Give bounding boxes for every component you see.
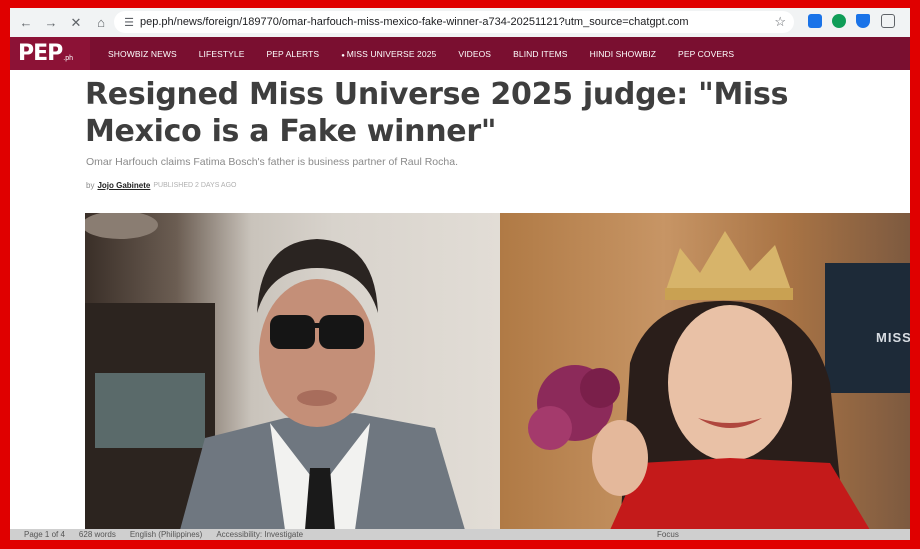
forward-icon[interactable]: →	[39, 11, 63, 35]
home-icon[interactable]: ⌂	[89, 11, 113, 35]
published-date: PUBLISHED 2 DAYS AGO	[153, 182, 237, 189]
address-bar[interactable]: ☰ pep.ph/news/foreign/189770/omar-harfou…	[114, 11, 794, 33]
man-in-sunglasses-illustration	[85, 213, 465, 530]
star-icon[interactable]: ☆	[774, 14, 786, 30]
hero-screen-text: MISS	[876, 330, 910, 345]
status-accessibility[interactable]: Accessibility: Investigate	[216, 530, 303, 539]
nav-item-lifestyle[interactable]: LIFESTYLE	[199, 49, 245, 59]
extension-grammarly-icon[interactable]	[832, 14, 846, 28]
article-headline: Resigned Miss Universe 2025 judge: "Miss…	[85, 77, 789, 149]
status-page: Page 1 of 4	[24, 530, 65, 539]
hero-image-left-photo	[85, 213, 500, 530]
extension-translate-icon[interactable]	[808, 14, 822, 28]
extensions-puzzle-icon[interactable]	[881, 14, 895, 28]
site-navigation: PEP .ph SHOWBIZ NEWS LIFESTYLE PEP ALERT…	[10, 37, 910, 70]
nav-item-videos[interactable]: VIDEOS	[458, 49, 491, 59]
byline-prefix: by	[86, 181, 95, 190]
article-subheadline: Omar Harfouch claims Fatima Bosch's fath…	[86, 156, 458, 168]
pep-logo[interactable]: PEP .ph	[10, 37, 90, 70]
back-icon[interactable]: ←	[14, 11, 38, 35]
miss-universe-winner-illustration	[528, 231, 910, 530]
hero-image-right-photo: MISS	[500, 213, 910, 530]
nav-item-pep-covers[interactable]: PEP COVERS	[678, 49, 734, 59]
nav-item-blind-items[interactable]: BLIND ITEMS	[513, 49, 567, 59]
url-text[interactable]: pep.ph/news/foreign/189770/omar-harfouch…	[140, 16, 689, 28]
byline: by Jojo Gabinete PUBLISHED 2 DAYS AGO	[86, 181, 236, 190]
stop-icon[interactable]: ✕	[64, 11, 88, 35]
extension-shield-icon[interactable]	[856, 14, 870, 28]
nav-item-hindi-showbiz[interactable]: HINDI SHOWBIZ	[590, 49, 656, 59]
browser-window: ← → ✕ ⌂ ☰ pep.ph/news/foreign/189770/oma…	[10, 8, 910, 540]
browser-toolbar: ← → ✕ ⌂ ☰ pep.ph/news/foreign/189770/oma…	[10, 8, 910, 37]
logo-suffix: .ph	[63, 55, 74, 62]
status-words: 628 words	[78, 530, 116, 539]
nav-item-miss-universe-2025[interactable]: ● MISS UNIVERSE 2025	[341, 49, 436, 59]
logo-text: PEP	[18, 41, 63, 66]
nav-item-showbiz-news[interactable]: SHOWBIZ NEWS	[108, 49, 177, 59]
status-focus[interactable]: Focus	[657, 530, 679, 539]
site-settings-icon[interactable]: ☰	[118, 16, 140, 29]
nav-item-pep-alerts[interactable]: PEP ALERTS	[267, 49, 320, 59]
author-link[interactable]: Jojo Gabinete	[97, 181, 150, 190]
hero-image: MISS	[85, 213, 910, 530]
status-bar: Page 1 of 4 628 words English (Philippin…	[10, 529, 910, 540]
nav-items: SHOWBIZ NEWS LIFESTYLE PEP ALERTS ● MISS…	[108, 49, 756, 59]
status-language[interactable]: English (Philippines)	[130, 530, 202, 539]
nav-item-miss-universe-label: MISS UNIVERSE 2025	[346, 48, 437, 59]
